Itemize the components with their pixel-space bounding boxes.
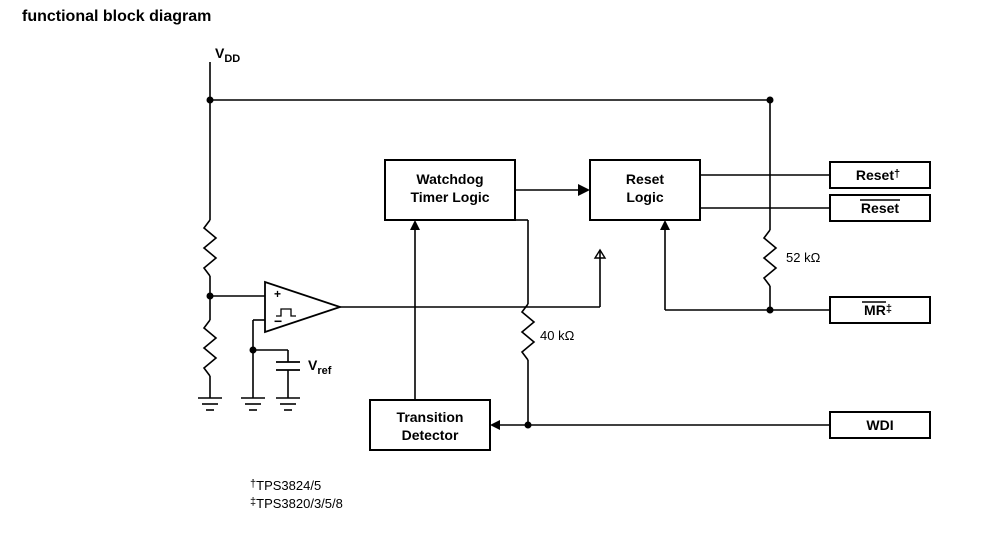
vdd-label: VDD bbox=[215, 45, 240, 65]
watchdog-l1: Watchdog bbox=[416, 171, 483, 187]
reset-l1: Reset bbox=[626, 171, 664, 187]
pin-reset-bar-text: Reset bbox=[861, 200, 899, 216]
transition-l1: Transition bbox=[397, 409, 464, 425]
resistor-40k bbox=[522, 304, 534, 360]
footnote-1: †TPS3824/5 bbox=[250, 478, 321, 493]
r52k-label: 52 kΩ bbox=[786, 250, 821, 265]
vref-label: Vref bbox=[308, 357, 332, 377]
resistor-r1 bbox=[204, 220, 216, 276]
arrow-td-to-wd bbox=[410, 220, 420, 230]
watchdog-l2: Timer Logic bbox=[410, 189, 489, 205]
arrow-wd-to-reset bbox=[578, 184, 590, 196]
transition-l2: Detector bbox=[402, 427, 459, 443]
arrow-wdi-to-td bbox=[490, 420, 500, 430]
footnote-2: ‡TPS3820/3/5/8 bbox=[250, 496, 343, 511]
reset-l2: Logic bbox=[626, 189, 664, 205]
pin-reset-high-text: Reset† bbox=[856, 167, 900, 183]
node-minus-cap bbox=[250, 347, 257, 354]
pin-wdi-text: WDI bbox=[866, 417, 893, 433]
r40k-label: 40 kΩ bbox=[540, 328, 575, 343]
resistor-52k bbox=[764, 230, 776, 286]
comp-minus: − bbox=[274, 313, 282, 329]
arrow-mr-into-reset bbox=[660, 220, 670, 230]
comp-plus: + bbox=[274, 287, 281, 301]
diagram-svg: VDD + − bbox=[0, 0, 989, 536]
resistor-r2 bbox=[204, 320, 216, 376]
